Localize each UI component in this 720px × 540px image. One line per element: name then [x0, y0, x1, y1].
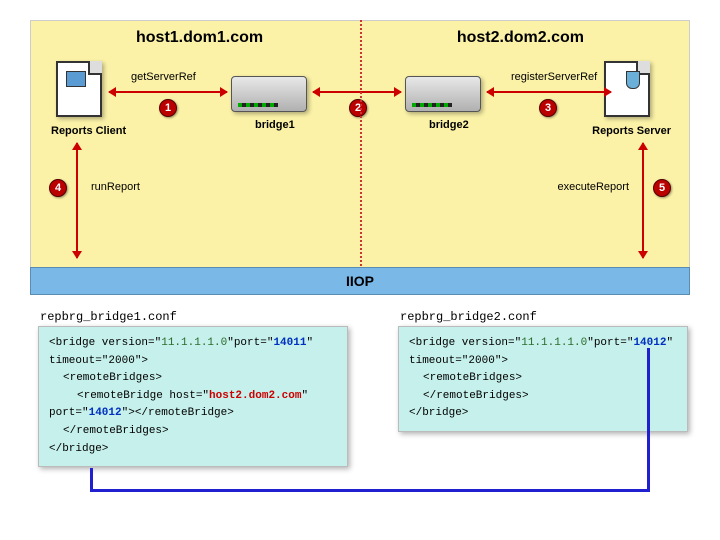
conf-right-line2: timeout="2000"> — [409, 353, 677, 371]
conf-left-line4: <remoteBridge host="host2.dom2.com" — [49, 388, 337, 406]
conn-line-h — [90, 489, 650, 492]
conf-left-line5: port="14012"></remoteBridge> — [49, 405, 337, 423]
bridge2-label: bridge2 — [429, 119, 469, 131]
arrow-registerserverref — [487, 91, 611, 93]
conf-right-line5: </bridge> — [409, 405, 677, 423]
arrow-executereport — [642, 143, 644, 258]
conf-right-box: <bridge version="11.1.1.1.0"port="14012"… — [398, 326, 688, 432]
conf-left-box: <bridge version="11.1.1.1.0"port="14011"… — [38, 326, 348, 467]
conf-left-title: repbrg_bridge1.conf — [40, 310, 177, 324]
host1-title: host1.dom1.com — [136, 29, 263, 47]
conf-right-line1: <bridge version="11.1.1.1.0"port="14012" — [409, 335, 677, 353]
reports-server-label: Reports Server — [592, 125, 671, 137]
badge-1: 1 — [159, 99, 177, 117]
label-runreport: runReport — [91, 181, 140, 193]
conf-left-line7: </bridge> — [49, 441, 337, 459]
conf-right-line4: </remoteBridges> — [409, 388, 677, 406]
iiop-bar: IIOP — [30, 267, 690, 295]
arrow-bridge-to-bridge — [313, 91, 401, 93]
bridge2-icon — [405, 76, 485, 116]
host2-title: host2.dom2.com — [457, 29, 584, 47]
conf-right-title: repbrg_bridge2.conf — [400, 310, 537, 324]
conf-left-line6: </remoteBridges> — [49, 423, 337, 441]
conf-right-line3: <remoteBridges> — [409, 370, 677, 388]
reports-client-icon — [56, 61, 116, 111]
arrow-runreport — [76, 143, 78, 258]
badge-2: 2 — [349, 99, 367, 117]
bridge1-icon — [231, 76, 311, 116]
reports-server-icon — [604, 61, 664, 111]
badge-3: 3 — [539, 99, 557, 117]
badge-5: 5 — [653, 179, 671, 197]
conf-left-line1: <bridge version="11.1.1.1.0"port="14011" — [49, 335, 337, 353]
reports-client-label: Reports Client — [51, 125, 126, 137]
domain-divider — [360, 20, 362, 270]
arrow-getserverref — [109, 91, 227, 93]
conf-left-line2: timeout="2000"> — [49, 353, 337, 371]
bridge1-label: bridge1 — [255, 119, 295, 131]
conn-line-v2 — [647, 348, 650, 492]
label-executereport: executeReport — [557, 181, 629, 193]
conf-left-line3: <remoteBridges> — [49, 370, 337, 388]
label-getserverref: getServerRef — [131, 71, 196, 83]
badge-4: 4 — [49, 179, 67, 197]
label-registerserverref: registerServerRef — [511, 71, 597, 83]
